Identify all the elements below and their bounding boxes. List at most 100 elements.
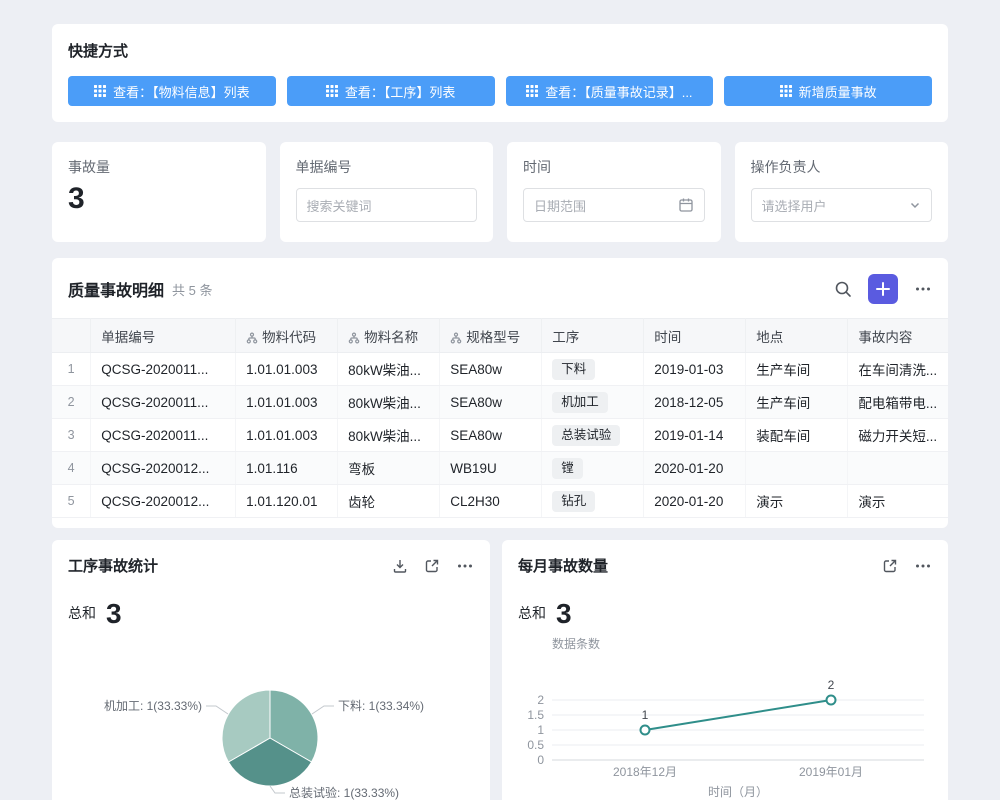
row-number: 3 [52, 419, 91, 452]
process-tag: 机加工 [552, 392, 608, 413]
column-header[interactable]: 工序 [542, 319, 644, 353]
column-header-label: 物料代码 [262, 330, 316, 345]
column-header-label: 时间 [654, 330, 681, 345]
column-header[interactable]: 物料名称 [338, 319, 440, 353]
filter-row: 事故量 3 单据编号 搜索关键词 时间 日期范围 操作负责人 请选择用户 [52, 142, 948, 242]
shortcut-button-label: 查看：【物料信息】列表 [113, 82, 250, 101]
accident-count-value: 3 [68, 181, 250, 217]
svg-text:数据条数: 数据条数 [552, 636, 600, 651]
cell-spec: SEA80w [440, 386, 542, 419]
svg-text:机加工: 1(33.33%): 机加工: 1(33.33%) [104, 699, 202, 713]
shortcut-buttons-row: 查看：【物料信息】列表 查看：【工序】列表查看：【质量事故记录】... 新增质量事故 [68, 76, 932, 106]
shortcuts-title: 快捷方式 [68, 40, 932, 61]
operator-filter-label: 操作负责人 [751, 157, 933, 177]
doc-number-card: 单据编号 搜索关键词 [280, 142, 494, 242]
table-row[interactable]: 3QCSG-2020011...1.01.01.00380kW柴油...SEA8… [52, 419, 948, 452]
detail-card-header: 质量事故明细 共 5 条 [52, 274, 948, 318]
cell-spec: WB19U [440, 452, 542, 485]
process-tag: 总装试验 [552, 425, 620, 446]
detail-count: 共 5 条 [172, 280, 212, 299]
process-chart-icons [392, 557, 474, 575]
column-header[interactable]: 地点 [746, 319, 848, 353]
chevron-down-icon [909, 199, 921, 211]
table-header-row: 单据编号物料代码物料名称规格型号工序时间地点事故内容操 [52, 319, 948, 353]
operator-select[interactable]: 请选择用户 [751, 188, 933, 222]
pie-total-value: 3 [106, 600, 122, 628]
column-header[interactable]: 物料代码 [236, 319, 338, 353]
date-range-input[interactable]: 日期范围 [523, 188, 705, 222]
date-range-placeholder: 日期范围 [534, 196, 586, 215]
lookup-icon [246, 332, 258, 344]
cell-spec: SEA80w [440, 419, 542, 452]
lookup-icon [450, 332, 462, 344]
process-stats-card: 工序事故统计 总和 3 下料: 1(33.34%)总装试验: 1(3 [52, 540, 490, 800]
detail-table: 单据编号物料代码物料名称规格型号工序时间地点事故内容操 1QCSG-202001… [52, 318, 948, 518]
process-tag: 下料 [552, 359, 595, 380]
svg-text:下料: 1(33.34%): 下料: 1(33.34%) [338, 699, 424, 713]
monthly-line-chart[interactable]: 数据条数00.511.5212018年12月22019年01月时间（月） [516, 626, 932, 800]
operator-filter-card: 操作负责人 请选择用户 [735, 142, 949, 242]
shortcut-button[interactable]: 新增质量事故 [724, 76, 932, 106]
column-header[interactable]: 事故内容 [848, 319, 948, 353]
export-icon[interactable] [392, 558, 408, 574]
dashboard-page: 快捷方式 查看：【物料信息】列表 查看：【工序】列表查看：【质量事故记录】... 新… [0, 0, 1000, 800]
column-header-label: 单据编号 [101, 330, 155, 345]
cell-spec: SEA80w [440, 353, 542, 386]
column-header[interactable]: 规格型号 [440, 319, 542, 353]
cell-place [746, 452, 848, 485]
cell-time: 2019-01-14 [644, 419, 746, 452]
open-icon[interactable] [424, 558, 440, 574]
svg-text:2: 2 [828, 678, 835, 692]
open-icon[interactable] [882, 558, 898, 574]
charts-row: 工序事故统计 总和 3 下料: 1(33.34%)总装试验: 1(3 [52, 540, 948, 800]
column-header-label: 事故内容 [858, 330, 912, 345]
column-header[interactable]: 时间 [644, 319, 746, 353]
doc-number-placeholder: 搜索关键词 [307, 196, 372, 215]
more-icon[interactable] [914, 280, 932, 298]
lookup-icon [348, 332, 360, 344]
column-header-label: 规格型号 [466, 330, 520, 345]
column-header[interactable]: 单据编号 [91, 319, 236, 353]
table-row[interactable]: 2QCSG-2020011...1.01.01.00380kW柴油...SEA8… [52, 386, 948, 419]
table-row[interactable]: 1QCSG-2020011...1.01.01.00380kW柴油...SEA8… [52, 353, 948, 386]
shortcut-button[interactable]: 查看：【质量事故记录】... [506, 76, 714, 106]
column-header-label: 工序 [552, 330, 579, 345]
doc-number-input[interactable]: 搜索关键词 [296, 188, 478, 222]
search-icon[interactable] [834, 280, 852, 298]
column-header[interactable] [52, 319, 91, 353]
more-icon[interactable] [456, 557, 474, 575]
line-total-label: 总和 [518, 603, 546, 628]
shortcut-button[interactable]: 查看：【物料信息】列表 [68, 76, 276, 106]
cell-spec: CL2H30 [440, 485, 542, 518]
process-chart-header: 工序事故统计 [68, 555, 474, 576]
cell-material-name: 80kW柴油... [338, 386, 440, 419]
cell-material-code: 1.01.01.003 [236, 419, 338, 452]
cell-time: 2020-01-20 [644, 485, 746, 518]
svg-text:0: 0 [537, 753, 544, 767]
cell-place: 演示 [746, 485, 848, 518]
more-icon[interactable] [914, 557, 932, 575]
cell-process: 下料 [542, 353, 644, 386]
cell-content: 磁力开关短... [848, 419, 948, 452]
pie-total-row: 总和 3 [68, 600, 474, 628]
process-chart-title: 工序事故统计 [68, 555, 158, 576]
row-number: 2 [52, 386, 91, 419]
accident-count-label: 事故量 [68, 157, 250, 177]
cell-process: 机加工 [542, 386, 644, 419]
svg-text:总装试验: 1(33.33%): 总装试验: 1(33.33%) [289, 785, 399, 800]
cell-content: 在车间清洗... [848, 353, 948, 386]
table-row[interactable]: 5QCSG-2020012...1.01.120.01齿轮CL2H30钻孔202… [52, 485, 948, 518]
cell-time: 2019-01-03 [644, 353, 746, 386]
row-number: 5 [52, 485, 91, 518]
table-row[interactable]: 4QCSG-2020012...1.01.116弯板WB19U镗2020-01-… [52, 452, 948, 485]
grid-icon [94, 85, 106, 97]
shortcut-button[interactable]: 查看：【工序】列表 [287, 76, 495, 106]
svg-text:1.5: 1.5 [527, 708, 544, 722]
process-pie-chart[interactable]: 下料: 1(33.34%) 总装试验: 1(33.33%) 机加工: 1(33.33… [52, 664, 490, 800]
doc-number-label: 单据编号 [296, 157, 478, 177]
add-record-button[interactable] [868, 274, 898, 304]
monthly-chart-title: 每月事故数量 [518, 555, 608, 576]
grid-icon [780, 85, 792, 97]
detail-card: 质量事故明细 共 5 条 单据编号物料代码物料名称规格型号工序时间地点事故内容操 [52, 258, 948, 528]
cell-doc-number: QCSG-2020012... [91, 485, 236, 518]
